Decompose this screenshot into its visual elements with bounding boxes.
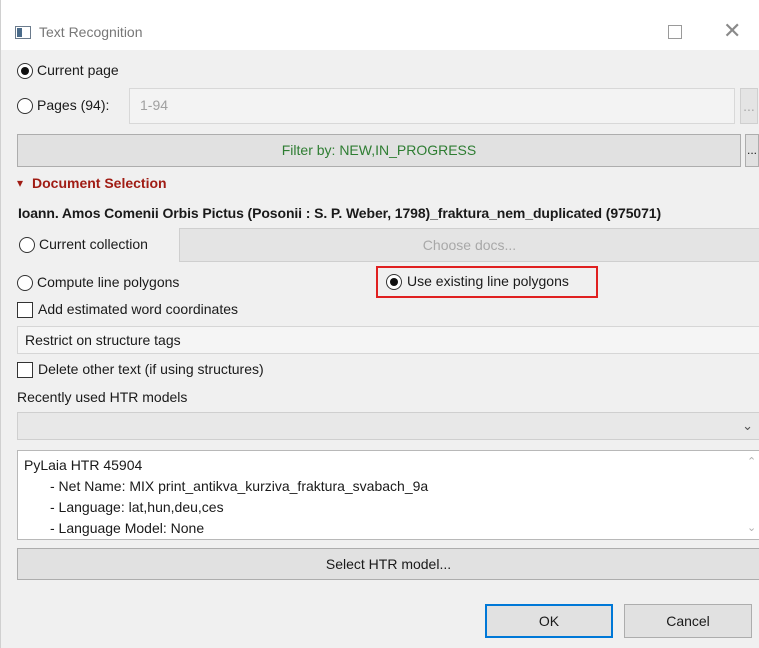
chevron-down-icon: ⌄: [742, 418, 753, 433]
recent-models-dropdown[interactable]: ⌄: [17, 412, 759, 440]
cancel-button[interactable]: Cancel: [624, 604, 752, 638]
delete-other-text-checkbox[interactable]: [17, 362, 33, 378]
recent-models-label: Recently used HTR models: [17, 389, 188, 405]
scroll-up-icon[interactable]: ⌃: [747, 455, 756, 468]
pages-radio[interactable]: [17, 98, 33, 114]
model-language-model: - Language Model: None: [50, 520, 205, 536]
model-name: PyLaia HTR 45904: [24, 457, 143, 473]
restrict-structure-tags-button[interactable]: Restrict on structure tags: [17, 326, 759, 354]
delete-other-text-label: Delete other text (if using structures): [38, 361, 264, 377]
current-collection-radio[interactable]: [19, 237, 35, 253]
add-word-coords-label: Add estimated word coordinates: [38, 301, 238, 317]
text-recognition-dialog: Text Recognition ✕ Current page Pages (9…: [0, 0, 759, 648]
current-collection-label: Current collection: [39, 236, 148, 252]
maximize-icon[interactable]: [668, 25, 682, 39]
current-page-label: Current page: [37, 62, 119, 78]
select-htr-model-button[interactable]: Select HTR model...: [17, 548, 759, 580]
compute-line-polygons-radio[interactable]: [17, 275, 33, 291]
app-window-icon: [15, 26, 31, 39]
scroll-down-icon[interactable]: ⌄: [747, 521, 756, 534]
section-collapse-icon[interactable]: ▾: [17, 176, 23, 190]
compute-line-polygons-label: Compute line polygons: [37, 274, 180, 290]
document-name: Ioann. Amos Comenii Orbis Pictus (Posoni…: [18, 205, 662, 221]
filter-more-button[interactable]: ...: [745, 134, 759, 167]
filter-button[interactable]: Filter by: NEW,IN_PROGRESS: [17, 134, 741, 167]
pages-input[interactable]: 1-94: [129, 88, 735, 124]
pages-value: 1-94: [140, 97, 169, 113]
ok-button[interactable]: OK: [485, 604, 613, 638]
current-page-radio[interactable]: [17, 63, 33, 79]
close-icon[interactable]: ✕: [723, 18, 741, 44]
model-net-name: - Net Name: MIX print_antikva_kurziva_fr…: [50, 478, 429, 494]
pages-label: Pages (94):: [37, 97, 110, 113]
use-existing-line-polygons-label: Use existing line polygons: [407, 273, 569, 289]
use-existing-line-polygons-radio[interactable]: [386, 274, 402, 290]
add-word-coords-checkbox[interactable]: [17, 302, 33, 318]
title-bar: Text Recognition ✕: [1, 0, 759, 50]
document-selection-title[interactable]: Document Selection: [32, 175, 167, 191]
model-language: - Language: lat,hun,deu,ces: [50, 499, 224, 515]
pages-more-button[interactable]: ...: [740, 88, 758, 124]
choose-docs-button[interactable]: Choose docs...: [179, 228, 759, 262]
window-title: Text Recognition: [39, 24, 143, 40]
model-details-box[interactable]: PyLaia HTR 45904 - Net Name: MIX print_a…: [17, 450, 759, 540]
